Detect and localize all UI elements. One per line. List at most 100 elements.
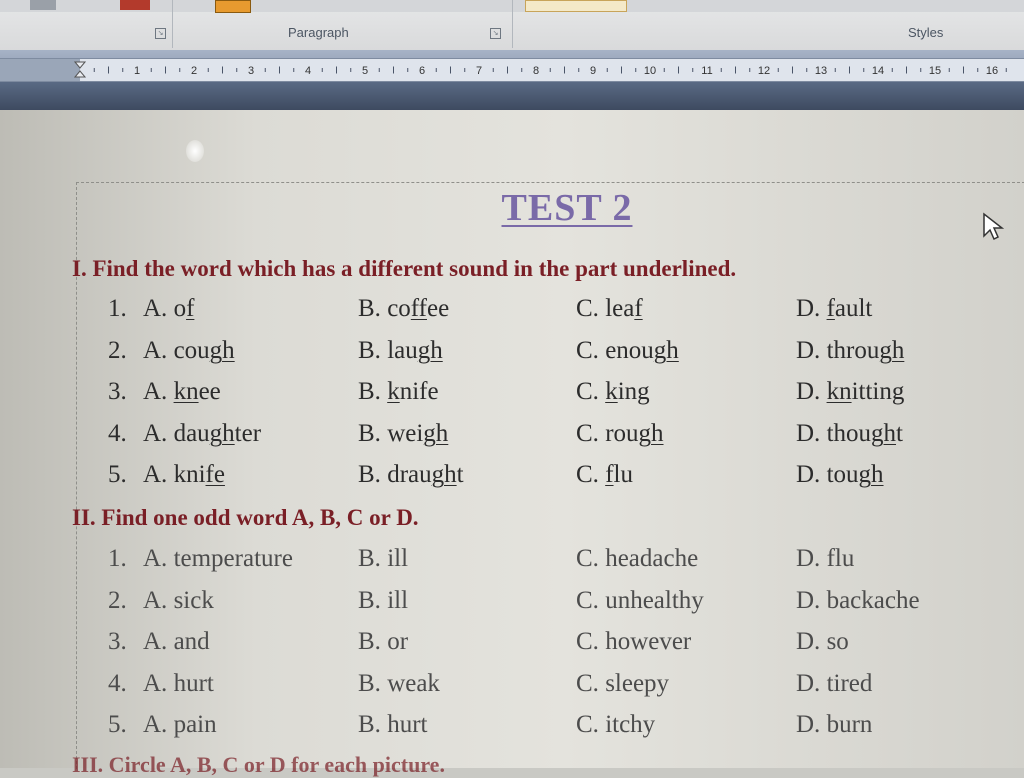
option-letter: A.	[143, 711, 168, 738]
dialog-launcher-icon[interactable]: ↘	[155, 28, 166, 39]
answer-option[interactable]: A. temperature	[143, 545, 293, 573]
answer-option[interactable]: C. rough	[576, 420, 664, 448]
group-label-paragraph: Paragraph	[288, 25, 349, 40]
option-word: rou	[605, 419, 639, 447]
answer-option[interactable]: B. or	[358, 628, 408, 656]
answer-option[interactable]: B. coffee	[358, 295, 449, 323]
ruler-number: 11	[701, 65, 712, 77]
ruler-number: 16	[986, 65, 998, 77]
underlined-part: f	[605, 461, 614, 488]
option-word: temperature	[173, 545, 293, 572]
question-row: 5. A. pain B. hurt C. itchy D. burn	[0, 711, 1024, 747]
answer-option[interactable]: A. daughter	[143, 420, 261, 448]
option-word: tou	[826, 461, 859, 488]
question-row: 3. A. knee B. knife C. king D. knitting	[0, 378, 1024, 414]
answer-option[interactable]: D. through	[796, 337, 904, 365]
option-letter: B.	[358, 586, 381, 614]
option-word: headache	[605, 545, 699, 572]
option-letter: B.	[358, 378, 381, 405]
answer-option[interactable]: B. weak	[358, 670, 440, 698]
answer-option[interactable]: D. burn	[796, 711, 872, 739]
highlight-button[interactable]	[215, 0, 251, 13]
answer-option[interactable]: A. sick	[143, 587, 214, 615]
answer-option[interactable]: D. fault	[796, 295, 872, 323]
option-letter: A.	[143, 419, 168, 447]
question-number: 2.	[108, 336, 127, 364]
ruler-number: 9	[590, 65, 596, 77]
answer-option[interactable]: A. knife	[143, 461, 225, 489]
answer-option[interactable]: B. draught	[358, 461, 464, 489]
section-heading: I. Find the word which has a different s…	[72, 256, 737, 281]
section-heading-partial: III. Circle A, B, C or D for each pictur…	[72, 752, 445, 777]
font-color-button[interactable]	[120, 0, 150, 10]
answer-option[interactable]: A. and	[143, 628, 210, 656]
answer-option[interactable]: D. flu	[796, 545, 854, 573]
answer-option[interactable]: C. flu	[576, 461, 633, 489]
option-letter: A.	[143, 669, 168, 697]
answer-option[interactable]: C. unhealthy	[576, 587, 704, 615]
question-row: 4. A. daughter B. weigh C. rough D. thought	[0, 420, 1024, 456]
answer-option[interactable]: A. cough	[143, 337, 235, 365]
answer-option[interactable]: C. headache	[576, 545, 698, 573]
answer-option[interactable]: D. knitting	[796, 378, 904, 406]
option-word-rest: ter	[234, 419, 262, 447]
option-letter: D.	[796, 295, 821, 322]
option-letter: D.	[796, 711, 821, 738]
ribbon-separator	[512, 0, 513, 48]
style-gallery-item[interactable]	[525, 0, 627, 12]
answer-option[interactable]: B. laugh	[358, 337, 443, 365]
option-word-rest: itting	[851, 378, 905, 405]
ruler-ticks: 1 2 3 4 5 6 7 8 9 10 11 12 13 14 15 16	[93, 65, 1007, 77]
question-row: 2. A. sick B. ill C. unhealthy D. backache	[0, 587, 1024, 623]
option-word: sick	[173, 586, 214, 614]
answer-option[interactable]: B. ill	[358, 587, 408, 615]
page-title: TEST 2	[501, 187, 633, 229]
option-letter: C.	[576, 628, 599, 655]
answer-option[interactable]: D. tough	[796, 461, 884, 489]
question-number: 5.	[108, 461, 127, 488]
answer-option[interactable]: C. sleepy	[576, 670, 669, 698]
option-word: lau	[387, 336, 418, 364]
ribbon-button[interactable]	[30, 0, 56, 10]
option-word: burn	[826, 711, 873, 738]
answer-option[interactable]: A. hurt	[143, 670, 214, 698]
answer-option[interactable]: C. king	[576, 378, 650, 406]
answer-option[interactable]: A. pain	[143, 711, 217, 739]
answer-option[interactable]: C. itchy	[576, 711, 655, 739]
ruler-number: 8	[533, 65, 539, 77]
option-word: ill	[387, 545, 409, 572]
option-word: backache	[826, 586, 920, 614]
underlined-part: gh	[871, 419, 897, 447]
horizontal-ruler[interactable]: 1 2 3 4 5 6 7 8 9 10 11 12 13 14 15 16	[0, 58, 1024, 82]
answer-option[interactable]: C. enough	[576, 337, 679, 365]
option-word: drau	[387, 461, 432, 488]
option-word-rest: t	[456, 461, 464, 488]
option-word-rest: ee	[427, 295, 450, 322]
answer-option[interactable]: A. knee	[143, 378, 221, 406]
option-letter: C.	[576, 419, 599, 447]
option-letter: B.	[358, 336, 381, 364]
underlined-part: gh	[858, 461, 884, 488]
answer-option[interactable]: B. weigh	[358, 420, 448, 448]
answer-option[interactable]: B. ill	[358, 545, 408, 573]
option-word: or	[387, 628, 409, 655]
answer-option[interactable]: C. leaf	[576, 295, 643, 323]
answer-option[interactable]: C. however	[576, 628, 691, 656]
answer-option[interactable]: D. backache	[796, 587, 920, 615]
option-letter: C.	[576, 336, 599, 364]
answer-option[interactable]: D. thought	[796, 420, 903, 448]
answer-option[interactable]: D. so	[796, 628, 849, 656]
option-word: kni	[173, 461, 206, 488]
option-word-rest: ing	[617, 378, 650, 405]
ruler-number: 6	[419, 65, 425, 77]
answer-option[interactable]: D. tired	[796, 670, 872, 698]
option-word: flu	[826, 545, 855, 572]
ruler-number: 3	[248, 65, 254, 77]
answer-option[interactable]: B. knife	[358, 378, 439, 406]
answer-option[interactable]: B. hurt	[358, 711, 427, 739]
indent-marker-icon[interactable]	[74, 61, 86, 79]
answer-option[interactable]: A. of	[143, 295, 194, 323]
paragraph-dialog-launcher-icon[interactable]: ↘	[490, 28, 501, 39]
option-letter: A.	[143, 628, 168, 655]
option-word: dau	[173, 419, 210, 447]
